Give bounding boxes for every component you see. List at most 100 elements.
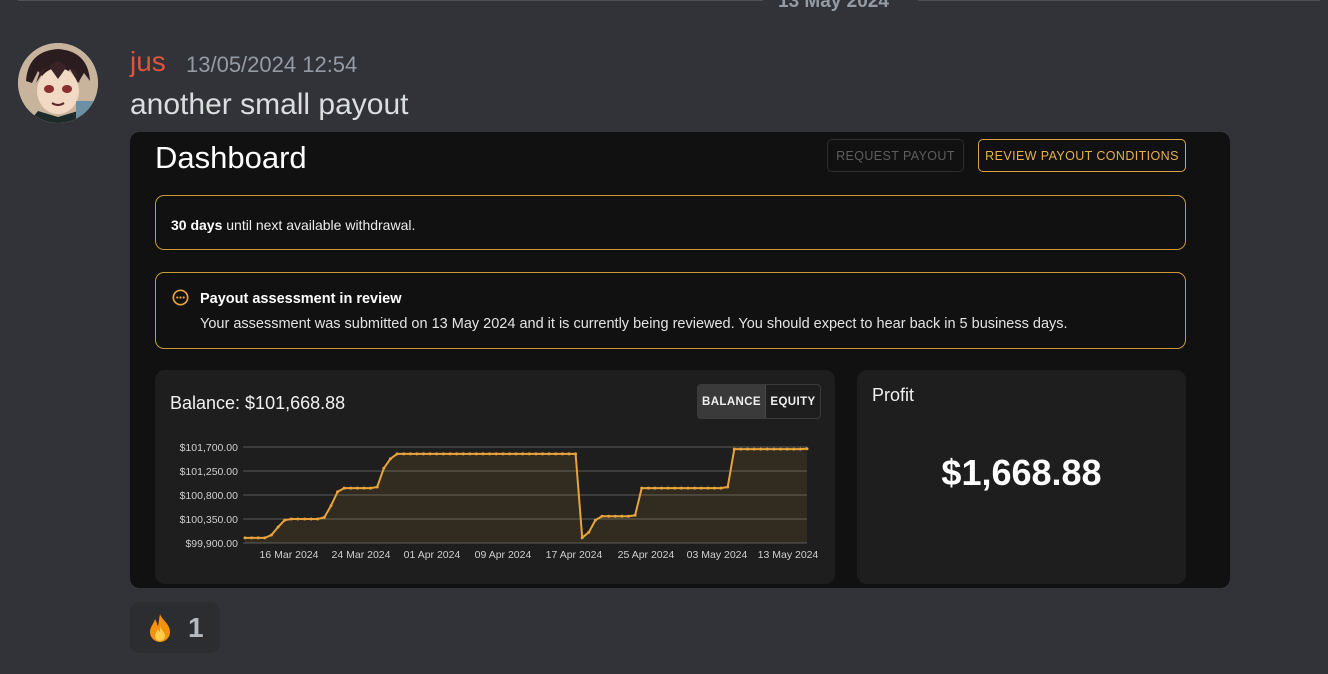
message-username[interactable]: jus xyxy=(130,46,166,78)
chart-data-point xyxy=(289,517,293,521)
chart-data-point xyxy=(600,514,604,518)
chart-data-point xyxy=(514,452,518,456)
chart-x-tick-label: 16 Mar 2024 xyxy=(260,549,319,561)
equity-toggle-button[interactable]: EQUITY xyxy=(766,385,820,418)
chart-data-point xyxy=(679,486,683,490)
chart-data-point xyxy=(712,486,716,490)
chart-data-point xyxy=(765,447,769,451)
chart-data-point xyxy=(779,447,783,451)
chart-data-point xyxy=(527,452,531,456)
chart-data-point xyxy=(243,536,247,540)
date-divider-text: 13 May 2024 xyxy=(778,0,889,12)
chart-data-point xyxy=(785,447,789,451)
chart-data-point xyxy=(693,486,697,490)
withdrawal-notice-rest: until next available withdrawal. xyxy=(222,217,416,233)
chart-data-point xyxy=(759,447,763,451)
chart-data-point xyxy=(805,447,809,451)
chart-data-point xyxy=(494,452,498,456)
chart-data-point xyxy=(593,518,597,522)
balance-toggle-button[interactable]: BALANCE xyxy=(698,385,766,418)
profit-label: Profit xyxy=(872,385,915,405)
review-payout-conditions-button[interactable]: REVIEW PAYOUT CONDITIONS xyxy=(978,139,1186,172)
chart-data-point xyxy=(415,452,419,456)
chart-data-point xyxy=(269,533,273,537)
chart-data-point xyxy=(620,514,624,518)
chart-data-point xyxy=(455,452,459,456)
chart-data-point xyxy=(732,447,736,451)
chart-data-point xyxy=(448,452,452,456)
chart-area-fill xyxy=(245,448,807,543)
withdrawal-notice: 30 days until next available withdrawal. xyxy=(155,195,1186,250)
chart-y-tick-label: $99,900.00 xyxy=(185,538,238,550)
chart-x-tick-label: 24 Mar 2024 xyxy=(332,549,391,561)
message-timestamp: 13/05/2024 12:54 xyxy=(186,52,358,77)
chart-data-point xyxy=(309,517,313,521)
chart-data-point xyxy=(428,452,432,456)
chart-data-point xyxy=(389,457,392,461)
chart-data-point xyxy=(349,486,353,490)
chart-data-point xyxy=(435,452,439,456)
chart-data-point xyxy=(303,517,306,521)
chart-data-point xyxy=(666,486,670,490)
chart-data-point xyxy=(719,486,723,490)
chart-data-point xyxy=(408,452,412,456)
chart-y-tick-label: $100,800.00 xyxy=(180,490,239,502)
reaction-count: 1 xyxy=(188,611,204,643)
withdrawal-days: 30 days xyxy=(171,217,223,233)
chart-data-point xyxy=(739,447,743,451)
message-text: another small payout xyxy=(130,88,409,121)
chart-data-point xyxy=(686,486,690,490)
chart-x-tick-label: 13 May 2024 xyxy=(758,549,819,561)
assessment-body: Your assessment was submitted on 13 May … xyxy=(200,316,1068,332)
chart-x-tick-label: 01 Apr 2024 xyxy=(404,549,461,561)
balance-label: Balance: $101,668.88 xyxy=(170,393,346,413)
chart-y-tick-label: $101,700.00 xyxy=(180,442,239,454)
chart-data-point xyxy=(395,452,399,456)
chart-y-tick-label: $101,250.00 xyxy=(180,466,239,478)
chart-data-point xyxy=(673,486,677,490)
chart-data-point xyxy=(772,447,776,451)
profit-value: $1,668.88 xyxy=(941,452,1102,493)
chart-data-point xyxy=(481,452,485,456)
chart-data-point xyxy=(660,486,663,490)
chart-x-tick-label: 09 Apr 2024 xyxy=(475,549,532,561)
chart-data-point xyxy=(752,447,756,451)
chart-data-point xyxy=(276,525,280,529)
chart-data-point xyxy=(521,452,525,456)
pending-dots-icon xyxy=(172,289,189,306)
reaction-fire[interactable]: 1 xyxy=(130,602,220,653)
chart-data-point xyxy=(461,452,465,456)
chart-data-point xyxy=(402,452,406,456)
attached-screenshot[interactable]: Dashboard REQUEST PAYOUT REVIEW PAYOUT C… xyxy=(130,132,1230,588)
balance-equity-toggle[interactable]: BALANCE EQUITY xyxy=(697,384,821,419)
chart-data-point xyxy=(355,486,359,490)
chart-data-point xyxy=(508,452,511,456)
chart-data-point xyxy=(250,536,254,540)
withdrawal-notice-text: 30 days until next available withdrawal. xyxy=(171,217,415,233)
chart-data-point xyxy=(541,452,544,456)
chart-data-point xyxy=(534,452,538,456)
avatar[interactable] xyxy=(18,43,98,123)
chart-data-point xyxy=(560,452,564,456)
chart-data-point xyxy=(574,452,578,456)
date-divider-line-right xyxy=(918,0,1320,1)
chart-data-point xyxy=(422,452,425,456)
dashboard-title: Dashboard xyxy=(155,140,307,175)
balance-card: Balance: $101,668.88 BALANCE EQUITY $101… xyxy=(155,370,835,584)
chart-data-point xyxy=(554,452,558,456)
assessment-notice: Payout assessment in review Your assessm… xyxy=(155,272,1186,349)
chart-data-point xyxy=(501,452,505,456)
chart-data-point xyxy=(567,452,571,456)
chart-data-point xyxy=(441,452,445,456)
chart-data-point xyxy=(375,485,379,489)
chart-data-point xyxy=(382,466,386,470)
chart-y-tick-label: $100,350.00 xyxy=(180,514,239,526)
avatar-image-icon xyxy=(18,43,98,123)
chart-data-point xyxy=(362,486,366,490)
chart-data-point xyxy=(792,447,796,451)
chart-data-point xyxy=(283,518,287,522)
request-payout-button[interactable]: REQUEST PAYOUT xyxy=(827,139,964,172)
chart-data-point xyxy=(256,536,260,540)
chart-data-point xyxy=(798,447,802,451)
balance-line-chart[interactable]: $101,700.00 $101,250.00 $100,800.00 $100,35… xyxy=(155,430,835,580)
